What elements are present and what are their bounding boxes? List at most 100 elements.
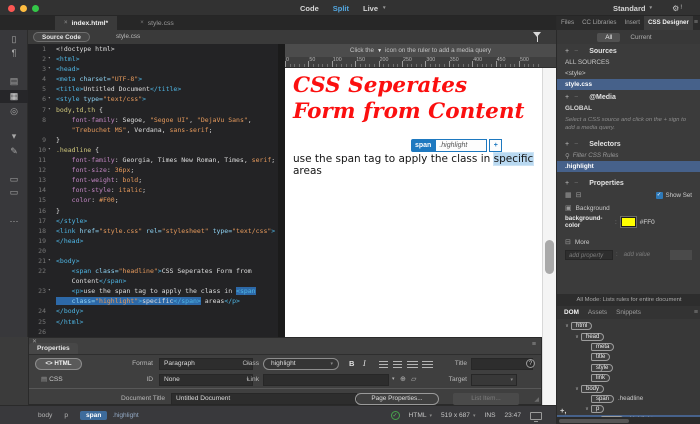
workspace-switcher[interactable]: Standard ▾ xyxy=(613,0,652,16)
help-icon[interactable]: ? xyxy=(526,359,535,368)
code-line[interactable]: 4<meta charset="UTF-8"> xyxy=(28,74,278,84)
sync-settings-button[interactable]: ⚙! xyxy=(672,0,682,16)
live-view-button[interactable]: Live xyxy=(363,4,378,13)
code-line[interactable]: 14 font-style: italic; xyxy=(28,185,278,195)
dom-tag-pill[interactable]: link xyxy=(591,374,610,382)
dom-tag-pill[interactable]: head xyxy=(581,333,604,341)
browse-folder-icon[interactable]: ▱ xyxy=(411,375,416,383)
filter-css-rules[interactable]: ⚲ Filter CSS Rules xyxy=(557,150,700,161)
window-size-label[interactable]: 519 x 687 xyxy=(441,412,470,419)
current-mode-button[interactable]: Current xyxy=(622,33,659,42)
tag-p[interactable]: p xyxy=(64,412,68,419)
media-global[interactable]: GLOBAL xyxy=(557,103,700,114)
dom-node-span.headline[interactable]: span.headline xyxy=(557,394,700,404)
fold-arrow-icon[interactable]: ▾ xyxy=(48,256,55,266)
dom-tag-pill[interactable]: p xyxy=(591,405,604,413)
edit-rule-icon[interactable]: ✎ xyxy=(0,145,28,158)
comment-block-icon[interactable]: ▭ xyxy=(0,173,28,186)
panel-tab-css-designer[interactable]: CSS Designer xyxy=(644,16,693,30)
code-line[interactable]: 23▾ <p>use the span tag to apply the cla… xyxy=(28,286,278,296)
show-set-toggle[interactable]: ✓ Show Set xyxy=(656,192,692,199)
code-line[interactable]: 12 font-size: 36px; xyxy=(28,165,278,175)
point-to-file-icon[interactable]: ⊕ xyxy=(400,375,406,383)
more-tools-icon[interactable]: ⋯ xyxy=(0,215,28,228)
fold-arrow-icon[interactable]: ▾ xyxy=(48,286,55,296)
split-divider[interactable] xyxy=(278,44,285,337)
link-caret-icon[interactable]: ▾ xyxy=(392,376,395,382)
code-line[interactable]: 19</head> xyxy=(28,236,278,246)
add-property-button[interactable]: + xyxy=(565,180,569,187)
fold-arrow-icon[interactable]: ▾ xyxy=(48,105,55,115)
resize-grip-icon[interactable]: ◢ xyxy=(534,396,539,403)
lint-ok-icon[interactable]: ✓ xyxy=(391,411,400,420)
panel-options-icon[interactable]: ≡ xyxy=(532,341,536,348)
page-heading[interactable]: CSS Seperates Form from Content xyxy=(293,73,535,125)
add-class-button[interactable]: + xyxy=(489,139,502,152)
outdent-icon[interactable] xyxy=(407,361,418,369)
code-line[interactable]: 26 xyxy=(28,327,278,337)
value-type-button[interactable] xyxy=(670,250,692,260)
tag-class-highlight[interactable]: .highlight xyxy=(112,412,138,419)
apply-comment-icon[interactable]: ▤ xyxy=(0,75,28,88)
dom-tab-snippets[interactable]: Snippets xyxy=(616,309,641,316)
panel-tab-cc-libraries[interactable]: CC Libraries xyxy=(578,16,620,30)
dom-tag-pill[interactable]: span xyxy=(591,395,614,403)
tag-body[interactable]: body xyxy=(38,412,52,419)
code-line[interactable]: 18<link href="style.css" rel="stylesheet… xyxy=(28,226,278,236)
source-code-button[interactable]: Source Code xyxy=(33,32,90,42)
doc-type-label[interactable]: HTML xyxy=(409,412,427,419)
code-line[interactable]: class="highlight">specific</span> areas<… xyxy=(28,296,278,306)
dom-node-html[interactable]: ∨html xyxy=(557,321,700,331)
dom-tag-pill[interactable]: meta xyxy=(591,343,614,351)
live-view-scrollbar[interactable] xyxy=(542,68,556,405)
ordered-list-icon[interactable] xyxy=(393,361,402,369)
code-line[interactable]: 6▾<style type="text/css"> xyxy=(28,94,278,104)
dom-node-title[interactable]: title xyxy=(557,352,700,362)
code-line[interactable]: 17</style> xyxy=(28,216,278,226)
code-line[interactable]: 5<title>Untitled Document</title> xyxy=(28,84,278,94)
add-value-input[interactable]: add value xyxy=(621,250,665,260)
code-editor[interactable]: 1<!doctype html>2▾<html>3▾<head>4<meta c… xyxy=(28,44,278,337)
inspect-icon[interactable]: ◎ xyxy=(0,105,28,118)
css-mode-button[interactable]: ▤ CSS xyxy=(41,375,63,383)
text-category-icon[interactable]: ⊟ xyxy=(576,191,582,199)
element-tag-chip[interactable]: span xyxy=(411,139,435,152)
fold-arrow-icon[interactable]: ▾ xyxy=(48,64,55,74)
code-line[interactable]: 24</body> xyxy=(28,306,278,316)
dom-tag-pill[interactable]: body xyxy=(581,385,604,393)
code-line[interactable]: Content</span> xyxy=(28,276,278,286)
add-selector-button[interactable]: + xyxy=(565,141,569,148)
dom-node-link[interactable]: link xyxy=(557,373,700,383)
code-line[interactable]: 3▾<head> xyxy=(28,64,278,74)
document-tab-stylecss[interactable]: ×style.css xyxy=(131,16,183,30)
media-query-icon[interactable]: ▾ xyxy=(0,130,28,143)
remove-source-button[interactable]: − xyxy=(574,48,578,55)
bold-button[interactable]: B xyxy=(349,359,354,368)
document-title-input[interactable]: Untitled Document xyxy=(171,393,357,405)
fold-arrow-icon[interactable]: ▾ xyxy=(48,54,55,64)
code-line[interactable]: 10▾.headline { xyxy=(28,145,278,155)
add-media-button[interactable]: + xyxy=(565,94,569,101)
code-line[interactable]: 21▾<body> xyxy=(28,256,278,266)
horizontal-ruler[interactable]: ▼ 050100150200250300350400450500 xyxy=(285,57,556,68)
page-paragraph[interactable]: use the span tag to apply the class in s… xyxy=(293,153,535,177)
related-file-stylecss[interactable]: style.css xyxy=(116,33,140,40)
code-line[interactable]: 22 <span class="headline">CSS Seperates … xyxy=(28,266,278,276)
code-line[interactable]: 15 color: #F00; xyxy=(28,195,278,205)
element-class-field[interactable]: .highlight xyxy=(435,139,487,152)
dom-node-p[interactable]: ∨p xyxy=(557,404,700,414)
code-line[interactable]: 1<!doctype html> xyxy=(28,44,278,54)
all-mode-button[interactable]: All xyxy=(597,33,620,42)
remove-selector-button[interactable]: − xyxy=(574,141,578,148)
code-line[interactable]: 16} xyxy=(28,206,278,216)
code-line[interactable]: 20 xyxy=(28,246,278,256)
code-line[interactable]: 2▾<html> xyxy=(28,54,278,64)
code-line[interactable]: 8 font-family: Segoe, "Segoe UI", "DejaV… xyxy=(28,115,278,125)
dom-node-style[interactable]: style xyxy=(557,363,700,373)
filter-funnel-icon[interactable] xyxy=(531,31,543,43)
tag-span-selected[interactable]: span xyxy=(80,411,107,420)
html-mode-button[interactable]: <> HTML xyxy=(35,358,82,370)
split-view-button[interactable]: Split xyxy=(333,4,349,13)
source-stylecss[interactable]: style.css xyxy=(557,79,700,90)
source-style-tag[interactable]: <style> xyxy=(557,68,700,79)
